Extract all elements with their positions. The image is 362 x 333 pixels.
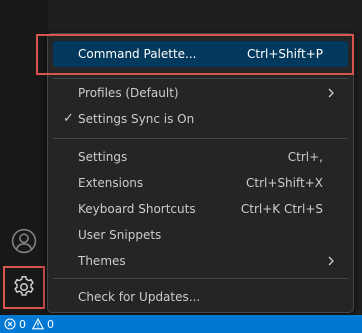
- menu-item-shortcut: Ctrl+K Ctrl+S: [240, 202, 323, 216]
- warning-count: 0: [47, 317, 54, 331]
- gear-icon: [14, 275, 34, 296]
- menu-item-label: Extensions: [78, 176, 144, 190]
- chevron-right-icon: [328, 256, 334, 266]
- menu-item-label: Keyboard Shortcuts: [78, 202, 196, 216]
- manage-menu: Command Palette... Ctrl+Shift+P Profiles…: [47, 33, 354, 313]
- menu-item-keyboard-shortcuts[interactable]: Keyboard Shortcuts Ctrl+K Ctrl+S: [53, 196, 348, 222]
- menu-item-shortcut: Ctrl+Shift+P: [247, 47, 323, 61]
- status-bar: 0 0: [0, 315, 362, 333]
- check-icon: ✓: [63, 111, 74, 126]
- activity-bar: [0, 0, 48, 315]
- menu-separator: [53, 138, 348, 139]
- menu-item-command-palette[interactable]: Command Palette... Ctrl+Shift+P: [53, 41, 348, 67]
- menu-item-settings[interactable]: Settings Ctrl+,: [53, 144, 348, 170]
- menu-item-shortcut: Ctrl+Shift+X: [246, 176, 323, 190]
- menu-item-themes[interactable]: Themes: [53, 248, 348, 274]
- menu-item-profiles[interactable]: Profiles (Default): [53, 80, 348, 106]
- menu-item-label: Check for Updates...: [78, 290, 201, 304]
- accounts-button[interactable]: [0, 217, 48, 265]
- error-count: 0: [19, 317, 26, 331]
- menu-item-label: Settings Sync is On: [78, 112, 195, 126]
- chevron-right-icon: [328, 88, 334, 98]
- menu-separator: [53, 278, 348, 279]
- menu-item-extensions[interactable]: Extensions Ctrl+Shift+X: [53, 170, 348, 196]
- menu-item-label: User Snippets: [78, 228, 162, 242]
- menu-item-shortcut: Ctrl+,: [287, 150, 323, 164]
- menu-separator: [53, 78, 348, 79]
- problems-status[interactable]: 0 0: [0, 318, 57, 331]
- menu-item-check-updates[interactable]: Check for Updates...: [53, 284, 348, 310]
- menu-item-user-snippets[interactable]: User Snippets: [53, 222, 348, 248]
- menu-item-settings-sync[interactable]: ✓ Settings Sync is On: [53, 106, 348, 132]
- account-icon: [11, 228, 37, 254]
- menu-item-label: Command Palette...: [78, 47, 197, 61]
- menu-item-label: Themes: [78, 254, 126, 268]
- error-icon: [4, 318, 16, 330]
- manage-button[interactable]: [0, 263, 48, 311]
- menu-item-label: Profiles (Default): [78, 86, 179, 100]
- menu-item-label: Settings: [78, 150, 128, 164]
- warning-icon: [32, 318, 44, 330]
